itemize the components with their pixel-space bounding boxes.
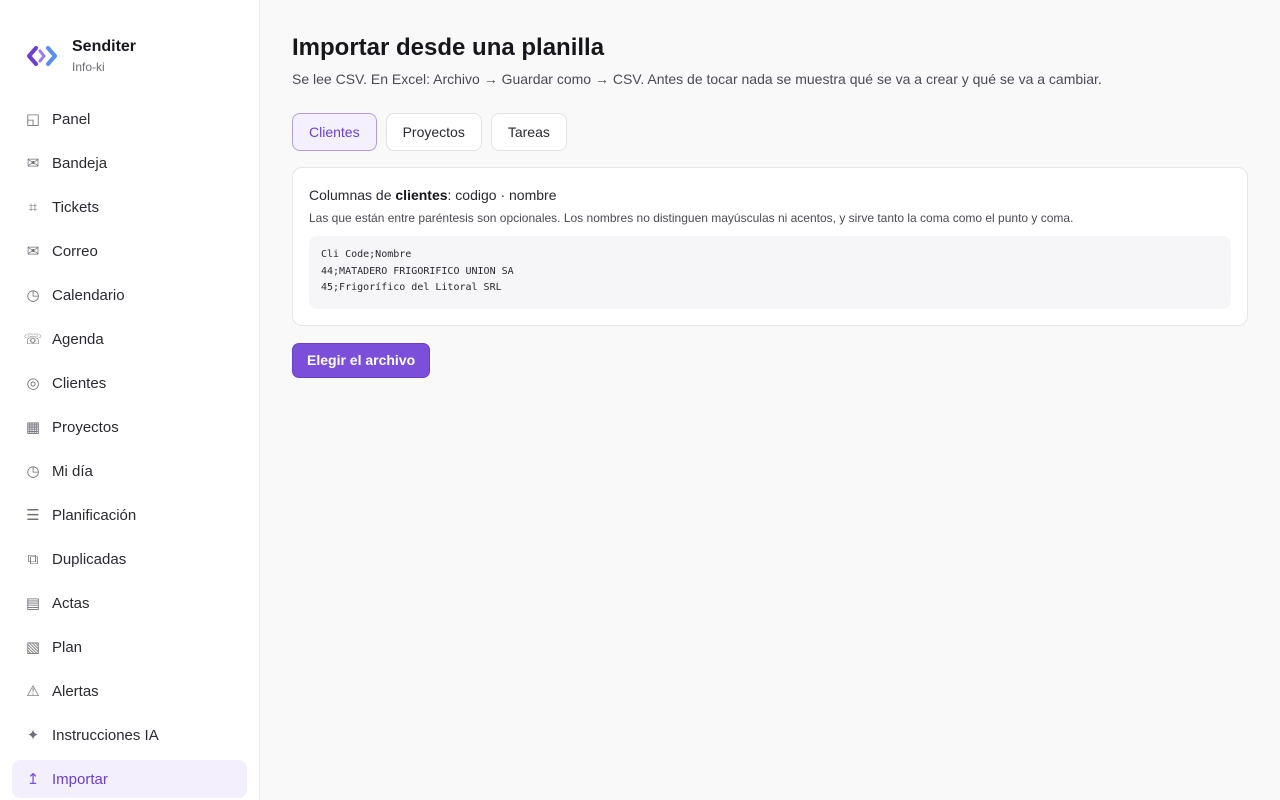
sidebar-item-label: Alertas [52,682,99,700]
sidebar-item-alertas[interactable]: ⚠ Alertas [12,672,247,710]
projects-icon: ▦ [25,419,41,436]
sidebar-item-label: Proyectos [52,418,119,436]
csv-example: Cli Code;Nombre 44;MATADERO FRIGORIFICO … [309,236,1231,309]
sidebar-item-panel[interactable]: ◱ Panel [12,100,247,138]
tab-tareas[interactable]: Tareas [490,113,567,151]
sidebar-item-label: Agenda [52,330,104,348]
page-title: Importar desde una planilla [292,34,605,61]
page-subtitle: Se lee CSV. En Excel: Archivo → Guardar … [292,71,1102,87]
brand: Senditer Info-ki [0,0,259,86]
sidebar-item-tickets[interactable]: ⌗ Tickets [12,188,247,226]
sidebar-item-label: Mi día [52,462,93,480]
app-root: Senditer Info-ki ◱ Panel ✉ Bandeja ⌗ Tickets ✉… [0,0,1280,800]
sidebar-item-label: Tickets [52,198,99,216]
sidebar-item-label: Duplicadas [52,550,127,568]
sidebar-item-agenda[interactable]: ☏ Agenda [12,320,247,358]
list-icon: ☰ [26,507,40,524]
columns-card: Columnas de clientes: codigo · nombre La… [292,167,1248,326]
sidebar-item-planificación[interactable]: ☰ Planificación [12,496,247,534]
sidebar-item-importar[interactable]: ↥ Importar [12,760,247,798]
sidebar-item-label: Calendario [52,286,125,304]
alert-icon: ⚠ [26,683,40,700]
mail-icon: ✉ [26,243,40,260]
phone-icon: ☏ [23,331,43,348]
columns-heading-entity: clientes [395,187,448,203]
duplicate-icon: ⧉ [27,550,39,568]
sidebar-item-plan[interactable]: ▧ Plan [12,628,247,666]
sidebar-item-label: Panel [52,110,91,128]
sidebar-item-label: Clientes [52,374,107,392]
sidebar-item-mi-día[interactable]: ◷ Mi día [12,452,247,490]
sidebar-item-label: Bandeja [52,154,108,172]
brand-name: Senditer [72,38,137,55]
clients-icon: ◎ [26,375,40,392]
sidebar-item-calendario[interactable]: ◷ Calendario [12,276,247,314]
sidebar-item-label: Importar [52,770,108,788]
sidebar-item-label: Correo [52,242,98,260]
sidebar-item-label: Actas [52,594,90,612]
calendar-icon: ◷ [26,287,40,304]
sidebar-item-label: Plan [52,638,83,656]
sidebar-item-duplicadas[interactable]: ⧉ Duplicadas [12,540,247,578]
import-tabs: Clientes Proyectos Tareas [292,113,1248,151]
csv-example-line: 44;MATADERO FRIGORIFICO UNION SA [321,265,514,277]
clock-icon: ◷ [26,463,40,480]
sparkle-icon: ✦ [26,727,40,744]
sidebar-item-clientes[interactable]: ◎ Clientes [12,364,247,402]
senditer-logo-icon [26,40,58,72]
sidebar-item-label: Instrucciones IA [52,726,159,744]
panel-icon: ◱ [25,111,41,128]
brand-subtitle: Info-ki [72,60,105,74]
tab-clientes[interactable]: Clientes [292,113,377,151]
inbox-icon: ✉ [26,155,40,172]
sidebar-nav: ◱ Panel ✉ Bandeja ⌗ Tickets ✉ Correo ◷ Calendario… [12,100,247,800]
csv-example-line: Cli Code;Nombre [321,249,412,260]
tab-proyectos[interactable]: Proyectos [385,113,482,151]
sidebar: Senditer Info-ki ◱ Panel ✉ Bandeja ⌗ Tickets ✉… [0,0,260,800]
sidebar-item-proyectos[interactable]: ▦ Proyectos [12,408,247,446]
sidebar-item-label: Planificación [52,506,137,524]
columns-heading-columns: : codigo · nombre [447,187,557,203]
main-content: Importar desde una planilla Se lee CSV. … [260,0,1280,800]
columns-heading-prefix: Columnas de [309,187,396,203]
choose-file-button[interactable]: Elegir el archivo [292,342,431,378]
csv-example-line: 45;Frigorífico del Litoral SRL [321,282,502,293]
document-icon: ▤ [25,595,41,612]
sidebar-item-actas[interactable]: ▤ Actas [12,584,247,622]
import-icon: ↥ [26,771,40,788]
sidebar-item-instrucciones-ia[interactable]: ✦ Instrucciones IA [12,716,247,754]
columns-heading: Columnas de clientes: codigo · nombre [309,186,1231,204]
columns-note: Las que están entre paréntesis son opcio… [309,211,1074,225]
sidebar-item-bandeja[interactable]: ✉ Bandeja [12,144,247,182]
tickets-icon: ⌗ [28,198,38,216]
plan-icon: ▧ [25,639,41,656]
sidebar-item-correo[interactable]: ✉ Correo [12,232,247,270]
